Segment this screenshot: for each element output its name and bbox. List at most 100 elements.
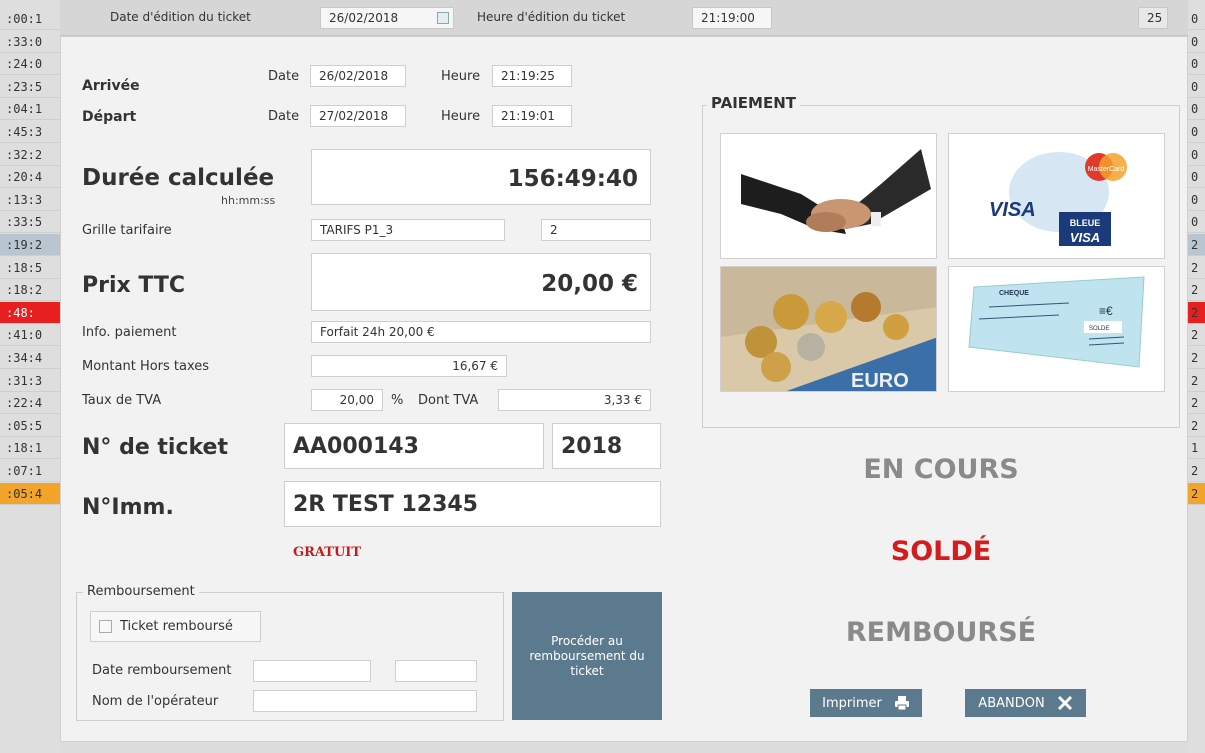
ticket-number-field: AA000143 <box>284 423 544 469</box>
background-time-cell: :33:0 <box>0 31 60 53</box>
arrivee-heure-field[interactable]: 21:19:25 <box>492 65 572 87</box>
payment-handshake-option[interactable] <box>720 133 937 259</box>
background-time-cell: :32:2 <box>0 144 60 166</box>
background-right-cell: 2 <box>1188 257 1205 279</box>
payment-cash-option[interactable]: EURO <box>720 266 937 392</box>
montant-ht-field[interactable]: 16,67 € <box>311 355 507 377</box>
tva-rate-field[interactable]: 20,00 <box>311 389 383 411</box>
bleue-text: BLEUE <box>1070 218 1101 228</box>
edition-date-field[interactable]: 26/02/2018 <box>320 7 454 29</box>
date-remboursement-field[interactable] <box>253 660 371 682</box>
background-right-cell: 0 <box>1188 144 1205 166</box>
abandon-label: ABANDON <box>978 695 1045 711</box>
imprimer-button[interactable]: Imprimer <box>810 689 922 717</box>
depart-heure-field[interactable]: 21:19:01 <box>492 105 572 127</box>
ticket-dialog: Arrivée Date 26/02/2018 Heure 21:19:25 D… <box>60 36 1188 742</box>
calendar-icon[interactable] <box>437 12 449 24</box>
background-right-cell: 2 <box>1188 415 1205 437</box>
printer-icon <box>894 696 909 711</box>
svg-text:≡€: ≡€ <box>1099 304 1113 318</box>
background-time-column: :00:1:33:0:24:0:23:5:04:1:45:3:32:2:20:4… <box>0 0 60 753</box>
background-right-cell: 1 <box>1188 437 1205 460</box>
grille-field[interactable]: TARIFS P1_3 <box>311 219 505 241</box>
background-right-cell: 0 <box>1188 31 1205 53</box>
background-right-cell: 2 <box>1188 301 1205 324</box>
background-time-cell: :23:5 <box>0 76 60 98</box>
edition-time-field[interactable]: 21:19:00 <box>692 7 772 29</box>
duree-unit: hh:mm:ss <box>221 194 276 207</box>
date-remboursement-label: Date remboursement <box>92 663 232 678</box>
background-time-cell: :18:5 <box>0 257 60 279</box>
rembourser-button[interactable]: Procéder au remboursement du ticket <box>512 592 662 720</box>
background-right-cell: 0 <box>1188 121 1205 143</box>
cheque-title-text: CHEQUE <box>999 290 1029 297</box>
operateur-field[interactable] <box>253 690 477 712</box>
grille-num-field[interactable]: 2 <box>541 219 651 241</box>
ticket-year-field: 2018 <box>552 423 661 469</box>
background-right-cell: 2 <box>1188 482 1205 505</box>
depart-label: Départ <box>82 109 137 125</box>
edition-date-value: 26/02/2018 <box>329 11 399 25</box>
ticket-label: N° de ticket <box>82 435 228 460</box>
edition-date-label: Date d'édition du ticket <box>110 10 251 24</box>
background-right-cell: 0 <box>1188 53 1205 76</box>
handshake-icon <box>741 149 931 234</box>
arrivee-date-field[interactable]: 26/02/2018 <box>310 65 406 87</box>
dont-tva-field[interactable]: 3,33 € <box>498 389 651 411</box>
paiement-legend: PAIEMENT <box>707 94 801 112</box>
visa-text: VISA <box>989 199 1036 221</box>
background-time-cell: :34:4 <box>0 347 60 369</box>
grille-label: Grille tarifaire <box>82 223 172 238</box>
background-right-cell: 0 <box>1188 76 1205 98</box>
payment-cheque-option[interactable]: CHEQUE ≡€ SOLDE <box>948 266 1165 392</box>
background-time-cell: :48: <box>0 301 60 324</box>
background-time-cell: :07:1 <box>0 460 60 482</box>
credit-card-icon: MasterCard VISA BLEUE VISA <box>989 152 1127 246</box>
depart-heure-label: Heure <box>441 109 481 124</box>
background-right-cell: 0 <box>1188 98 1205 121</box>
tva-percent: % <box>391 393 404 408</box>
background-right-cell: 0 <box>1188 189 1205 211</box>
paiement-fieldset: PAIEMENT MasterCard VISA BLEUE VISA EURO… <box>702 94 1180 428</box>
ticket-header-bar: Date d'édition du ticket 26/02/2018 Heur… <box>60 0 1188 36</box>
background-time-cell: :05:5 <box>0 415 60 437</box>
background-time-cell: :04:1 <box>0 98 60 121</box>
arrivee-label: Arrivée <box>82 78 140 94</box>
payment-card-option[interactable]: MasterCard VISA BLEUE VISA <box>948 133 1165 259</box>
arrivee-heure-label: Heure <box>441 69 481 84</box>
background-right-cell: 0 <box>1188 8 1205 30</box>
mastercard-text: MasterCard <box>1088 166 1125 173</box>
ticket-rembourse-checkbox[interactable]: Ticket remboursé <box>90 611 261 642</box>
cheque-icon: CHEQUE ≡€ SOLDE <box>968 276 1145 368</box>
immat-label: N°Imm. <box>82 495 174 520</box>
status-en-cours: EN COURS <box>863 454 1019 485</box>
status-solde: SOLDÉ <box>890 536 992 567</box>
immat-field: 2R TEST 12345 <box>284 481 661 527</box>
depart-date-field[interactable]: 27/02/2018 <box>310 105 406 127</box>
background-time-cell: :33:5 <box>0 211 60 234</box>
dont-tva-label: Dont TVA <box>418 393 479 408</box>
operateur-label: Nom de l'opérateur <box>92 694 219 709</box>
background-time-cell: :24:0 <box>0 53 60 76</box>
background-right-cell: 0 <box>1188 211 1205 234</box>
background-right-column: 0000000000222222222122 <box>1188 0 1205 753</box>
status-rembourse: REMBOURSÉ <box>845 617 1037 648</box>
info-paiement-label: Info. paiement <box>82 325 177 340</box>
cash-icon: EURO <box>721 267 936 391</box>
info-paiement-field[interactable]: Forfait 24h 20,00 € <box>311 321 651 343</box>
visa2-text: VISA <box>1070 230 1100 245</box>
ticket-rembourse-label: Ticket remboursé <box>120 619 233 634</box>
background-right-cell: 2 <box>1188 392 1205 415</box>
background-right-cell: 2 <box>1188 347 1205 369</box>
depart-date-label: Date <box>268 109 300 124</box>
header-right-value: 25 <box>1138 7 1168 29</box>
checkbox-box[interactable] <box>99 620 112 633</box>
abandon-button[interactable]: ABANDON <box>965 689 1086 717</box>
close-icon <box>1057 695 1072 711</box>
edition-time-label: Heure d'édition du ticket <box>477 10 626 24</box>
prix-label: Prix TTC <box>82 273 186 298</box>
background-time-cell: :22:4 <box>0 392 60 415</box>
heure-remboursement-field[interactable] <box>395 660 477 682</box>
background-time-cell: :19:2 <box>0 234 60 256</box>
prix-value-field: 20,00 € <box>311 253 651 311</box>
